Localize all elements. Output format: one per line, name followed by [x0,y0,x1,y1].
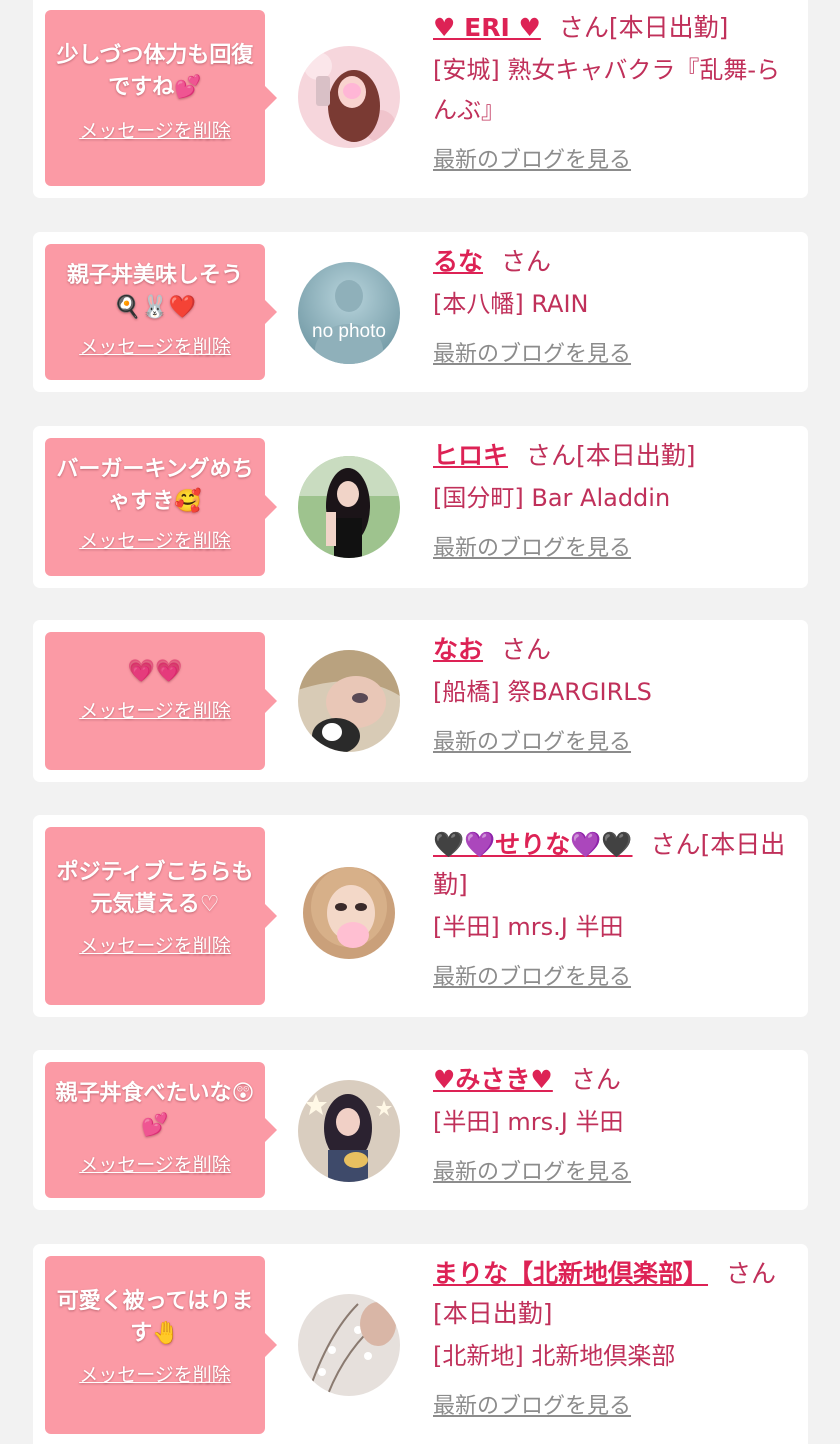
message-text: 可愛く被ってはります🤚 [56,1289,254,1346]
shop-name: [北新地] 北新地倶楽部 [433,1342,676,1370]
cast-name-link[interactable]: るな [433,247,483,276]
latest-blog-link[interactable]: 最新のブログを見る [433,1388,631,1420]
message-bubble: 可愛く被ってはります🤚 メッセージを削除 [45,1256,277,1434]
message-bubble: 💗💗 メッセージを削除 [45,632,277,770]
message-text: ポジティブこちらも元気貰える♡ [56,860,254,917]
no-photo-image: no photo [298,262,400,364]
message-card: 親子丼食べたいな😲💕 メッセージを削除 ♥みさき♥ さん [半田] mrs.J 半… [33,1050,808,1210]
no-photo-label: no photo [312,321,386,342]
avatar[interactable]: no photo [298,262,400,364]
name-suffix: さん [570,1065,621,1094]
delete-message-link[interactable]: メッセージを削除 [79,696,231,723]
delete-message-link[interactable]: メッセージを削除 [79,1150,231,1177]
name-suffix: さん[本日出勤] [558,13,729,42]
latest-blog-link[interactable]: 最新のブログを見る [433,336,631,368]
delete-message-link[interactable]: メッセージを削除 [79,931,231,958]
profile-info: まりな【北新地倶楽部】 さん[本日出勤] [北新地] 北新地倶楽部 最新のブログを… [433,1254,798,1420]
profile-info: ♥みさき♥ さん [半田] mrs.J 半田 最新のブログを見る [433,1060,798,1186]
message-card: 少しづつ体力も回復ですね💕 メッセージを削除 ♥ ERI ♥ さん[本日出勤] [… [33,0,808,198]
message-text: 💗💗 [127,659,183,684]
message-text: 親子丼食べたいな😲💕 [55,1081,255,1138]
message-bubble: ポジティブこちらも元気貰える♡ メッセージを削除 [45,827,277,1005]
latest-blog-link[interactable]: 最新のブログを見る [433,1154,631,1186]
latest-blog-link[interactable]: 最新のブログを見る [433,724,631,756]
avatar[interactable] [298,650,400,752]
message-card: バーガーキングめちゃすき🥰 メッセージを削除 ヒロキ さん[本日出勤] [国分町]… [33,426,808,588]
delete-message-link[interactable]: メッセージを削除 [79,332,231,359]
delete-message-link[interactable]: メッセージを削除 [79,116,231,143]
message-card: 親子丼美味しそう🍳🐰❤️ メッセージを削除 no photo るな さん [本八… [33,232,808,392]
name-line: 🖤💜せりな💜🖤 さん[本日出勤] [433,825,798,905]
name-line: ♥ ERI ♥ さん[本日出勤] [433,8,798,48]
avatar-photo [298,1294,400,1396]
avatar[interactable] [298,1080,400,1182]
message-bubble: 親子丼食べたいな😲💕 メッセージを削除 [45,1062,277,1198]
avatar[interactable] [298,46,400,148]
delete-message-link[interactable]: メッセージを削除 [79,1360,231,1387]
shop-name: [国分町] Bar Aladdin [433,484,671,512]
latest-blog-link[interactable]: 最新のブログを見る [433,959,631,991]
name-line: なお さん [433,630,798,670]
shop-name: [船橋] 祭BARGIRLS [433,678,652,706]
avatar-photo [298,1080,400,1182]
shop-name: [安城] 熟女キャバクラ『乱舞-らんぶ』 [433,56,781,124]
avatar-photo [298,456,400,558]
avatar[interactable] [303,867,395,959]
cast-name-link[interactable]: 🖤💜せりな💜🖤 [433,830,633,859]
profile-info: ヒロキ さん[本日出勤] [国分町] Bar Aladdin 最新のブログを見る [433,436,798,562]
shop-name: [半田] mrs.J 半田 [433,913,624,941]
message-bubble: 少しづつ体力も回復ですね💕 メッセージを削除 [45,10,277,186]
name-line: るな さん [433,242,798,282]
message-card: ポジティブこちらも元気貰える♡ メッセージを削除 🖤💜せりな💜🖤 さん[本日出勤]… [33,815,808,1017]
message-card: 💗💗 メッセージを削除 なお さん [船橋] 祭BARGIRLS 最新のブログを見… [33,620,808,782]
cast-name-link[interactable]: ♥みさき♥ [433,1065,553,1094]
cast-name-link[interactable]: ヒロキ [433,441,508,470]
avatar-photo [298,46,400,148]
message-text: バーガーキングめちゃすき🥰 [56,457,254,514]
message-bubble: バーガーキングめちゃすき🥰 メッセージを削除 [45,438,277,576]
name-suffix: さん [501,635,552,664]
name-suffix: さん[本日出勤] [526,441,696,470]
avatar-photo [298,650,400,752]
avatar-photo [303,867,395,959]
shop-name: [本八幡] RAIN [433,290,589,318]
message-text: 少しづつ体力も回復ですね💕 [56,43,254,100]
cast-name-link[interactable]: なお [433,635,483,664]
message-text: 親子丼美味しそう🍳🐰❤️ [66,263,243,320]
name-line: まりな【北新地倶楽部】 さん[本日出勤] [433,1254,798,1334]
name-line: ♥みさき♥ さん [433,1060,798,1100]
latest-blog-link[interactable]: 最新のブログを見る [433,530,631,562]
shop-name: [半田] mrs.J 半田 [433,1108,624,1136]
cast-name-link[interactable]: ♥ ERI ♥ [433,13,541,42]
name-suffix: さん [501,247,552,276]
cast-name-link[interactable]: まりな【北新地倶楽部】 [433,1259,708,1288]
message-bubble: 親子丼美味しそう🍳🐰❤️ メッセージを削除 [45,244,277,380]
avatar[interactable] [298,1294,400,1396]
delete-message-link[interactable]: メッセージを削除 [79,526,231,553]
avatar[interactable] [298,456,400,558]
name-line: ヒロキ さん[本日出勤] [433,436,798,476]
profile-info: ♥ ERI ♥ さん[本日出勤] [安城] 熟女キャバクラ『乱舞-らんぶ』 最新の… [433,8,798,174]
profile-info: 🖤💜せりな💜🖤 さん[本日出勤] [半田] mrs.J 半田 最新のブログを見る [433,825,798,991]
profile-info: るな さん [本八幡] RAIN 最新のブログを見る [433,242,798,368]
profile-info: なお さん [船橋] 祭BARGIRLS 最新のブログを見る [433,630,798,756]
message-list: 少しづつ体力も回復ですね💕 メッセージを削除 ♥ ERI ♥ さん[本日出勤] [… [0,0,840,1444]
latest-blog-link[interactable]: 最新のブログを見る [433,142,631,174]
message-card: 可愛く被ってはります🤚 メッセージを削除 まりな【北新地倶楽部】 さん[本日出勤]… [33,1244,808,1444]
